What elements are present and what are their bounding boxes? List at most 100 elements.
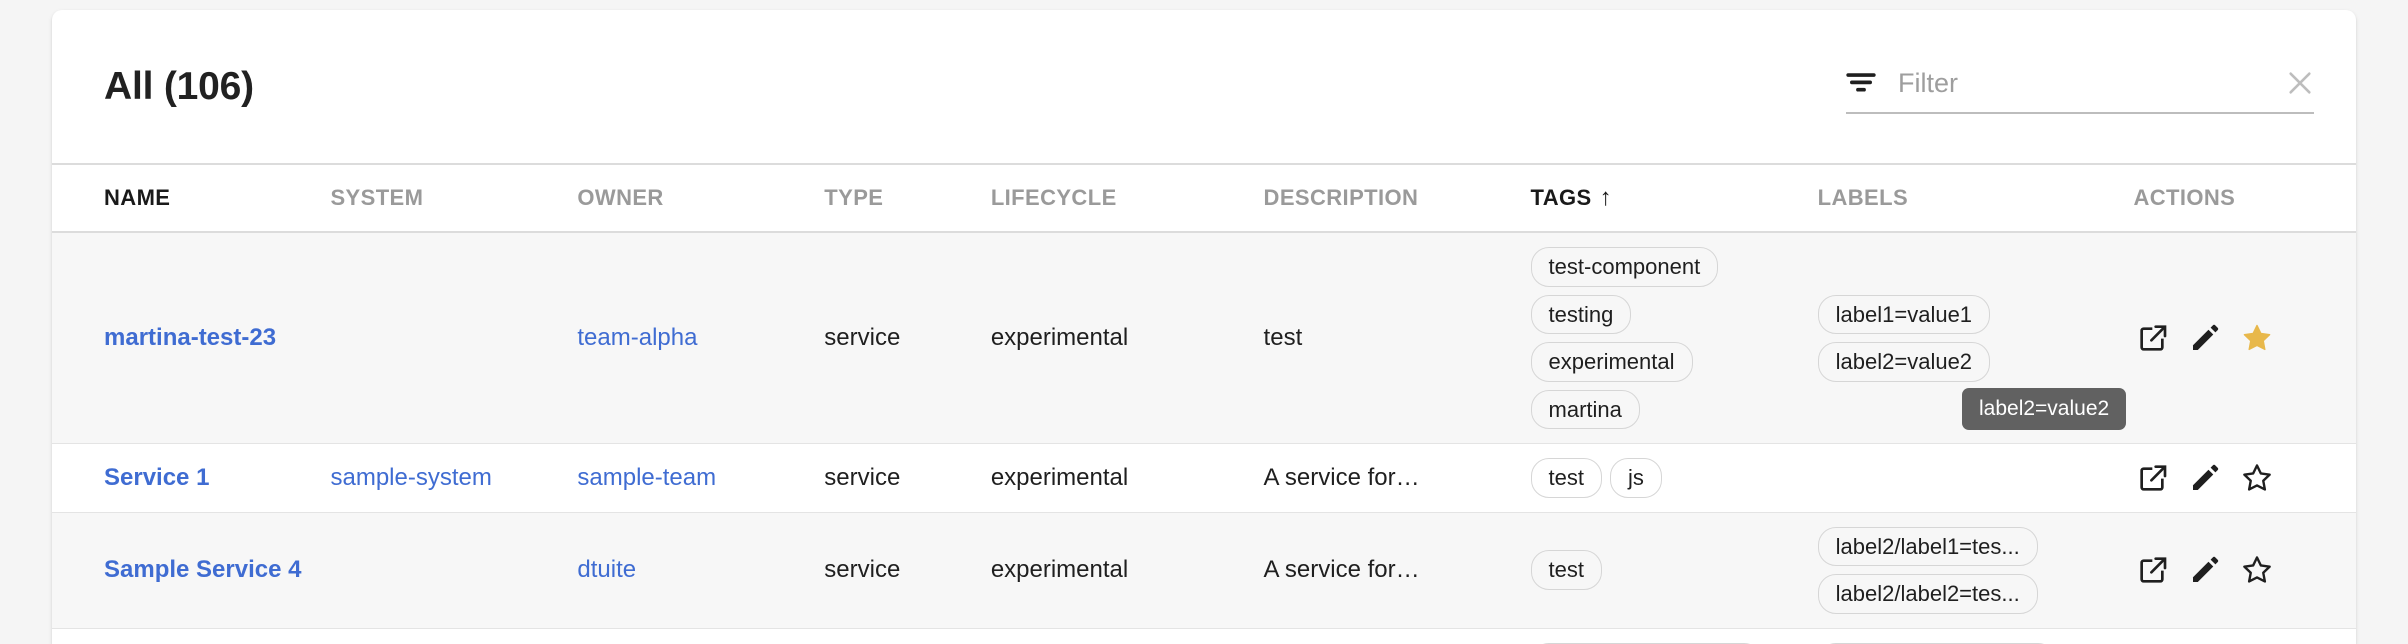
column-header-labels[interactable]: LABELS — [1818, 164, 2134, 232]
owner-link[interactable]: team-alpha — [577, 324, 697, 351]
table-toolbar: All (106) — [52, 10, 2356, 163]
cell-lifecycle: experimental — [991, 232, 1264, 444]
lifecycle-value: experimental — [991, 324, 1128, 351]
cell-actions — [2133, 232, 2356, 444]
column-header-name[interactable]: NAME — [52, 164, 330, 232]
sort-ascending-icon: ↑ — [1600, 184, 1612, 211]
type-value: service — [824, 324, 900, 351]
tag-list: test — [1531, 550, 1818, 590]
table-row[interactable]: Service 1 sample-system sample-team service… — [52, 444, 2356, 513]
label-chip[interactable]: label2=value2 — [1818, 342, 1990, 382]
tag-chip[interactable]: martina — [1531, 390, 1640, 430]
row-actions — [2133, 462, 2356, 494]
tag-chip[interactable]: experimental — [1531, 342, 1693, 382]
close-icon[interactable] — [2286, 69, 2314, 97]
column-header-description[interactable]: DESCRIPTION — [1264, 164, 1531, 232]
edit-pencil-icon[interactable] — [2189, 462, 2221, 494]
cell-owner: sample-team — [577, 444, 824, 513]
catalog-card: All (106) — [52, 10, 2356, 644]
cell-system — [330, 512, 577, 628]
header-row: NAME SYSTEM OWNER TYPE LIFECYCLE DESCRIP… — [52, 164, 2356, 232]
description-value: A service for… — [1264, 556, 1420, 583]
owner-link[interactable]: sample-team — [577, 464, 716, 491]
label-list: label2/label1=tes... label2/label2=tes... — [1818, 527, 2134, 614]
tag-chip[interactable]: js — [1610, 458, 1662, 498]
cell-lifecycle: experimental — [991, 444, 1264, 513]
tag-list: test-component testing experimental martina — [1531, 247, 1818, 429]
system-link[interactable]: sample-system — [330, 464, 491, 491]
cell-labels — [1818, 444, 2134, 513]
external-link-icon[interactable] — [2137, 322, 2169, 354]
cell-labels: label2/label1=tes... label2/label2=tes... — [1818, 512, 2134, 628]
column-header-type[interactable]: TYPE — [824, 164, 991, 232]
lifecycle-value: experimental — [991, 464, 1128, 491]
cell-tags: testjs — [1531, 444, 1818, 513]
column-header-system[interactable]: SYSTEM — [330, 164, 577, 232]
lifecycle-value: experimental — [991, 556, 1128, 583]
column-header-tags[interactable]: TAGS↑ — [1531, 164, 1818, 232]
external-link-icon[interactable] — [2137, 462, 2169, 494]
type-value: service — [824, 464, 900, 491]
cell-actions — [2133, 628, 2356, 644]
label-tooltip: label2=value2 — [1962, 388, 2126, 430]
star-icon[interactable] — [2241, 322, 2273, 354]
label-chip[interactable]: label2/label2=tes... — [1818, 574, 2038, 614]
cell-tags: test — [1531, 512, 1818, 628]
cell-owner: team-alpha — [577, 232, 824, 444]
table-row[interactable]: martina-test-22 team-alphaserviceexperime… — [52, 628, 2356, 644]
type-value: service — [824, 556, 900, 583]
star-icon[interactable] — [2241, 554, 2273, 586]
cell-name: Sample Service 4 — [52, 512, 330, 628]
cell-system — [330, 232, 577, 444]
external-link-icon[interactable] — [2137, 554, 2169, 586]
tag-chip[interactable]: testing — [1531, 295, 1632, 335]
cell-type: service — [824, 512, 991, 628]
cell-actions — [2133, 512, 2356, 628]
cell-tags: service-level:bronze — [1531, 628, 1818, 644]
description-value: A service for… — [1264, 464, 1420, 491]
cell-name: martina-test-23 — [52, 232, 330, 444]
owner-link[interactable]: dtuite — [577, 556, 636, 583]
cell-description: test — [1264, 628, 1531, 644]
page-background: All (106) — [0, 0, 2408, 644]
tag-chip[interactable]: test — [1531, 550, 1602, 590]
cell-name: Service 1 — [52, 444, 330, 513]
cell-actions — [2133, 444, 2356, 513]
entity-name-link[interactable]: martina-test-23 — [104, 323, 276, 352]
cell-owner: team-alpha — [577, 628, 824, 644]
tag-chip[interactable]: test — [1531, 458, 1602, 498]
cell-description: A service for… — [1264, 444, 1531, 513]
table-body: martina-test-23team-alphaserviceexperime… — [52, 232, 2356, 644]
cell-type: service — [824, 232, 991, 444]
description-value: test — [1264, 324, 1303, 351]
tag-chip[interactable]: test-component — [1531, 247, 1719, 287]
cell-type: service — [824, 628, 991, 644]
table-header: NAME SYSTEM OWNER TYPE LIFECYCLE DESCRIP… — [52, 164, 2356, 232]
row-actions — [2133, 554, 2356, 586]
label-chip[interactable]: label1=value1 — [1818, 295, 1990, 335]
star-icon[interactable] — [2241, 462, 2273, 494]
label-list: label1=value1 label2=value2 — [1818, 295, 2134, 382]
search-input[interactable] — [1898, 68, 2270, 99]
entity-name-link[interactable]: Service 1 — [104, 463, 209, 492]
cell-lifecycle: experimental — [991, 512, 1264, 628]
cell-description: A service for… — [1264, 512, 1531, 628]
cell-system: sample-system — [330, 444, 577, 513]
page-title: All (106) — [104, 65, 254, 109]
filter-icon — [1846, 72, 1876, 94]
cell-system — [330, 628, 577, 644]
cell-lifecycle: experimental — [991, 628, 1264, 644]
label-chip[interactable]: label2/label1=tes... — [1818, 527, 2038, 567]
edit-pencil-icon[interactable] — [2189, 554, 2221, 586]
cell-name: martina-test-22 — [52, 628, 330, 644]
edit-pencil-icon[interactable] — [2189, 322, 2221, 354]
cell-labels: service-level=bronze — [1818, 628, 2134, 644]
cell-type: service — [824, 444, 991, 513]
table-row[interactable]: Sample Service 4 dtuite service experimenta… — [52, 512, 2356, 628]
filter-field[interactable] — [1846, 68, 2314, 114]
column-header-lifecycle[interactable]: LIFECYCLE — [991, 164, 1264, 232]
entity-name-link[interactable]: Sample Service 4 — [104, 555, 301, 584]
tag-list: testjs — [1531, 458, 1818, 498]
column-header-owner[interactable]: OWNER — [577, 164, 824, 232]
column-header-actions: ACTIONS — [2133, 164, 2356, 232]
